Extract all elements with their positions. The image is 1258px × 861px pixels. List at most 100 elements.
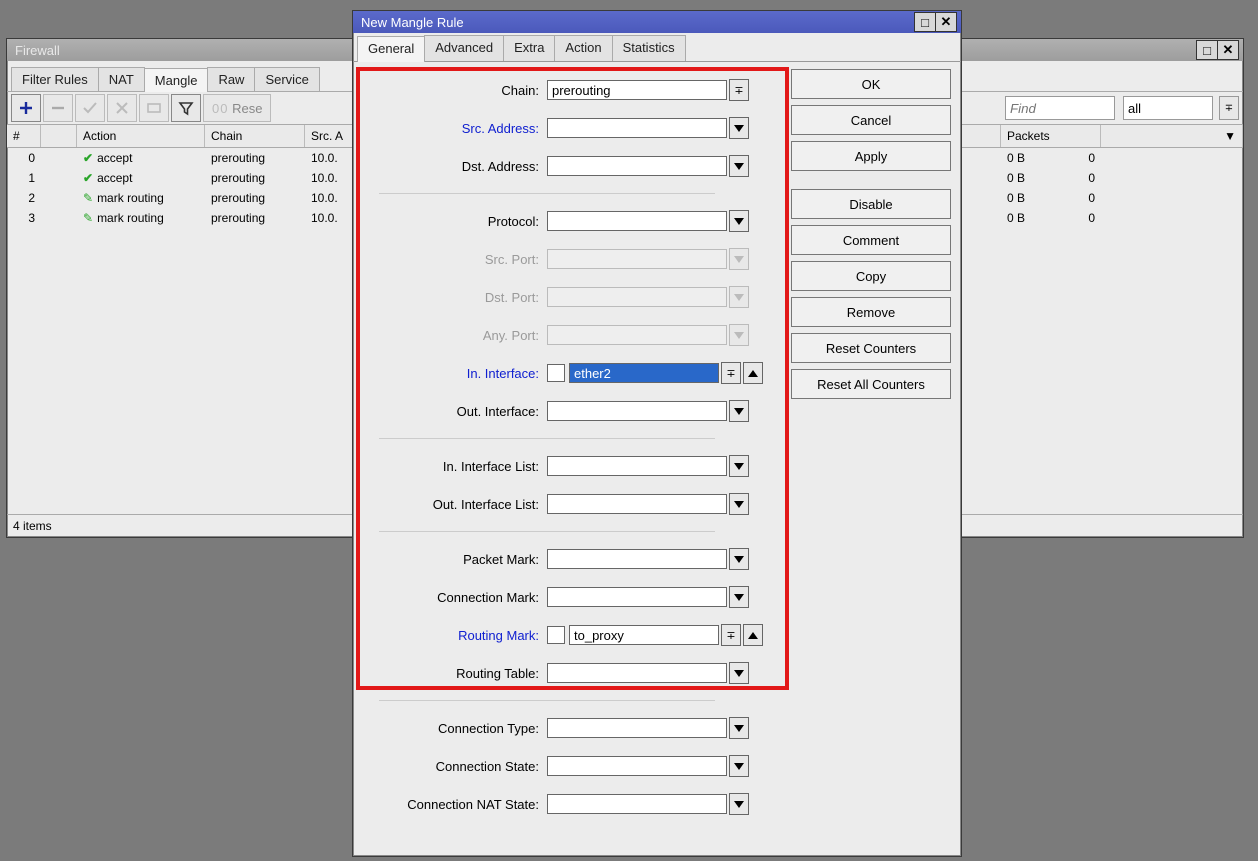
- comment-button[interactable]: [139, 94, 169, 122]
- src-address-toggle[interactable]: [729, 117, 749, 139]
- connection-state-input[interactable]: [547, 756, 727, 776]
- apply-button[interactable]: Apply: [791, 141, 951, 171]
- chain-input[interactable]: [547, 80, 727, 100]
- out-interface-list-input[interactable]: [547, 494, 727, 514]
- cancel-button[interactable]: Cancel: [791, 105, 951, 135]
- col-action[interactable]: Action: [77, 125, 205, 147]
- routing-table-input[interactable]: [547, 663, 727, 683]
- filter-scope-select[interactable]: all: [1123, 96, 1213, 120]
- dst-address-toggle[interactable]: [729, 155, 749, 177]
- label-connection-state: Connection State:: [359, 759, 547, 774]
- disable-rule-button[interactable]: Disable: [791, 189, 951, 219]
- routing-mark-input[interactable]: [569, 625, 719, 645]
- connection-type-input[interactable]: [547, 718, 727, 738]
- packet-mark-toggle[interactable]: [729, 548, 749, 570]
- label-out-interface: Out. Interface:: [359, 404, 547, 419]
- connection-mark-input[interactable]: [547, 587, 727, 607]
- in-interface-not-check[interactable]: [547, 364, 565, 382]
- routing-mark-not-check[interactable]: [547, 626, 565, 644]
- label-src-port: Src. Port:: [359, 252, 547, 267]
- tab-general[interactable]: General: [357, 36, 425, 62]
- connection-nat-state-input[interactable]: [547, 794, 727, 814]
- tab-service-ports[interactable]: Service: [254, 67, 319, 91]
- label-dst-port: Dst. Port:: [359, 290, 547, 305]
- routing-mark-dropdown[interactable]: ∓: [721, 624, 741, 646]
- protocol-input[interactable]: [547, 211, 727, 231]
- tab-mangle[interactable]: Mangle: [144, 68, 209, 92]
- enable-button[interactable]: [75, 94, 105, 122]
- routing-table-toggle[interactable]: [729, 662, 749, 684]
- col-packets[interactable]: Packets: [1001, 125, 1101, 147]
- ok-button[interactable]: OK: [791, 69, 951, 99]
- add-button[interactable]: [11, 94, 41, 122]
- tab-nat[interactable]: NAT: [98, 67, 145, 91]
- chain-dropdown[interactable]: ∓: [729, 79, 749, 101]
- remove-button[interactable]: [43, 94, 73, 122]
- label-connection-mark: Connection Mark:: [359, 590, 547, 605]
- routing-mark-collapse[interactable]: [743, 624, 763, 646]
- x-icon: [114, 100, 130, 116]
- out-interface-input[interactable]: [547, 401, 727, 421]
- dst-port-input: [547, 287, 727, 307]
- in-interface-collapse[interactable]: [743, 362, 763, 384]
- col-extra[interactable]: ▼: [1101, 125, 1243, 147]
- out-interface-toggle[interactable]: [729, 400, 749, 422]
- modal-maximize-button[interactable]: □: [914, 12, 936, 32]
- modal-buttons: OK Cancel Apply Disable Comment Copy Rem…: [791, 69, 951, 399]
- modal-title: New Mangle Rule: [357, 15, 464, 30]
- find-input[interactable]: [1005, 96, 1115, 120]
- modal-titlebar[interactable]: New Mangle Rule □ ✕: [353, 11, 961, 33]
- tab-raw[interactable]: Raw: [207, 67, 255, 91]
- label-chain: Chain:: [359, 83, 547, 98]
- tab-filter-rules[interactable]: Filter Rules: [11, 67, 99, 91]
- filter-button[interactable]: [171, 94, 201, 122]
- reset-counters-button[interactable]: Reset Counters: [791, 333, 951, 363]
- plus-icon: [18, 100, 34, 116]
- col-chain[interactable]: Chain: [205, 125, 305, 147]
- label-dst-address: Dst. Address:: [359, 159, 547, 174]
- pencil-icon: ✎: [83, 211, 93, 225]
- in-interface-list-toggle[interactable]: [729, 455, 749, 477]
- comment-rule-button[interactable]: Comment: [791, 225, 951, 255]
- any-port-input: [547, 325, 727, 345]
- col-src[interactable]: Src. A: [305, 125, 355, 147]
- label-packet-mark: Packet Mark:: [359, 552, 547, 567]
- tab-extra[interactable]: Extra: [503, 35, 555, 61]
- label-connection-nat-state: Connection NAT State:: [359, 797, 547, 812]
- dst-address-input[interactable]: [547, 156, 727, 176]
- out-interface-list-toggle[interactable]: [729, 493, 749, 515]
- col-num[interactable]: #: [7, 125, 41, 147]
- in-interface-dropdown[interactable]: ∓: [721, 362, 741, 384]
- protocol-toggle[interactable]: [729, 210, 749, 232]
- reset-all-counters-button[interactable]: Reset All Counters: [791, 369, 951, 399]
- tab-statistics[interactable]: Statistics: [612, 35, 686, 61]
- connection-type-toggle[interactable]: [729, 717, 749, 739]
- firewall-maximize-button[interactable]: □: [1196, 40, 1218, 60]
- minus-icon: [50, 100, 66, 116]
- label-routing-mark: Routing Mark:: [359, 628, 547, 643]
- modal-tabs: General Advanced Extra Action Statistics: [353, 33, 961, 62]
- connection-mark-toggle[interactable]: [729, 586, 749, 608]
- label-routing-table: Routing Table:: [359, 666, 547, 681]
- funnel-icon: [178, 100, 194, 116]
- firewall-close-button[interactable]: ✕: [1217, 40, 1239, 60]
- modal-close-button[interactable]: ✕: [935, 12, 957, 32]
- connection-nat-state-toggle[interactable]: [729, 793, 749, 815]
- filter-scope-dropdown[interactable]: ∓: [1219, 96, 1239, 120]
- tab-action[interactable]: Action: [554, 35, 612, 61]
- accept-icon: ✔: [83, 171, 93, 185]
- col-flag[interactable]: [41, 125, 77, 147]
- copy-button[interactable]: Copy: [791, 261, 951, 291]
- remove-rule-button[interactable]: Remove: [791, 297, 951, 327]
- connection-state-toggle[interactable]: [729, 755, 749, 777]
- reset-counters-button[interactable]: 00 Rese: [203, 94, 271, 122]
- tab-advanced[interactable]: Advanced: [424, 35, 504, 61]
- new-mangle-rule-window: New Mangle Rule □ ✕ General Advanced Ext…: [352, 10, 962, 857]
- label-src-address: Src. Address:: [359, 121, 547, 136]
- in-interface-list-input[interactable]: [547, 456, 727, 476]
- packet-mark-input[interactable]: [547, 549, 727, 569]
- src-address-input[interactable]: [547, 118, 727, 138]
- in-interface-input[interactable]: [569, 363, 719, 383]
- disable-button[interactable]: [107, 94, 137, 122]
- label-in-interface-list: In. Interface List:: [359, 459, 547, 474]
